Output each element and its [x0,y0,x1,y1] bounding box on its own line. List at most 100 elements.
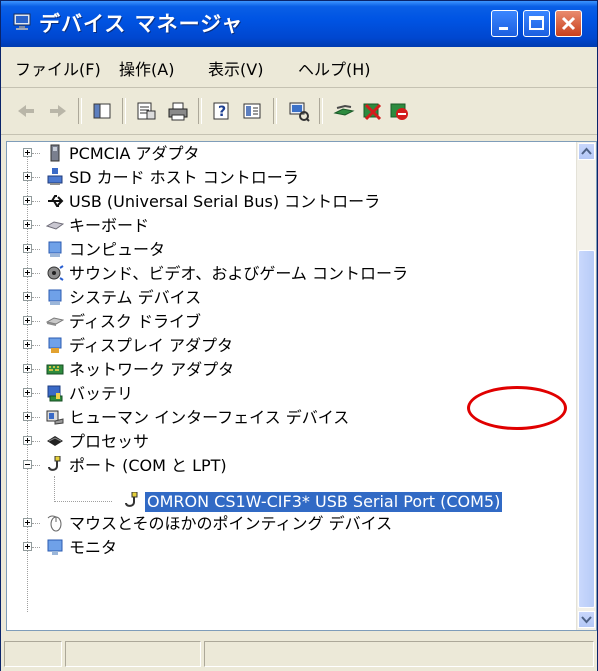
expand-toggle[interactable] [23,388,32,397]
tree-connector [32,177,40,178]
expand-toggle[interactable] [23,542,32,551]
update-driver-icon[interactable] [333,100,355,122]
tree-node-label[interactable]: マウスとそのほかのポインティング デバイス [69,514,392,534]
scroll-up-button[interactable] [578,143,595,160]
forward-arrow-icon[interactable] [47,100,69,122]
menu-help[interactable]: ヘルプ(H) [298,56,371,80]
processor-icon [47,436,63,446]
tree-node-label[interactable]: ディスク ドライブ [69,312,201,332]
chevron-up-icon [581,147,592,155]
vertical-scrollbar[interactable] [576,142,596,630]
tree-node-label[interactable]: バッテリ [69,384,133,404]
expand-toggle[interactable] [23,268,32,277]
tree-node-label[interactable]: サウンド、ビデオ、およびゲーム コントローラ [69,264,408,284]
collapse-toggle[interactable] [23,460,32,469]
menu-bar: ファイル(F) 操作(A) 表示(V) ヘルプ(H) [1,47,597,88]
minimize-button[interactable] [491,10,518,37]
device-tree: PCMCIA アダプタ SD カード ホスト コントローラ USB (Unive… [6,141,597,631]
disable-device-icon[interactable] [388,100,410,122]
tree-node: ポート (COM と LPT) [7,454,577,478]
show-hide-console-tree-icon[interactable] [91,100,113,122]
disk-drive-icon [46,317,64,326]
tree-node: PCMCIA アダプタ [7,142,577,166]
tree-node-label[interactable]: モニタ [69,538,117,558]
sd-host-icon [47,168,63,185]
tree-node-label[interactable]: USB (Universal Serial Bus) コントローラ [69,192,380,212]
tree-node-label[interactable]: ネットワーク アダプタ [69,360,234,380]
scroll-down-button[interactable] [578,611,595,628]
tree-node-label[interactable]: ヒューマン インターフェイス デバイス [69,408,349,428]
properties-icon[interactable] [135,100,157,122]
expand-toggle[interactable] [23,196,32,205]
expand-toggle[interactable] [23,220,32,229]
scroll-thumb[interactable] [578,250,595,608]
status-panel [4,641,62,667]
tree-connector [32,441,40,442]
title-bar[interactable]: デバイス マネージャ [1,1,597,47]
expand-toggle[interactable] [23,518,32,527]
expand-toggle[interactable] [23,364,32,373]
toolbar-separator [122,98,126,124]
status-bar [1,633,597,671]
scan-hardware-changes-icon[interactable] [288,100,310,122]
tree-node: コンピュータ [7,238,577,262]
tree-node-label[interactable]: PCMCIA アダプタ [69,144,200,164]
tree-connector [32,417,40,418]
maximize-icon [529,16,544,30]
network-adapter-icon [46,364,64,375]
tree-connector [32,321,40,322]
uninstall-icon[interactable] [361,100,383,122]
menu-view[interactable]: 表示(V) [208,56,263,80]
minimize-icon [499,27,508,30]
window-title: デバイス マネージャ [39,12,244,36]
tree-node-label[interactable]: キーボード [69,216,149,236]
port-icon [48,456,61,471]
system-device-icon [48,289,62,305]
status-panel [204,641,594,667]
status-panel [65,641,201,667]
tree-node-label[interactable]: ディスプレイ アダプタ [69,336,233,356]
mouse-icon [47,515,62,532]
expand-toggle[interactable] [23,436,32,445]
tree-node-label[interactable]: SD カード ホスト コントローラ [69,168,299,188]
maximize-button[interactable] [523,10,550,37]
pcmcia-icon [50,144,60,162]
tree-node-label[interactable]: システム デバイス [69,288,201,308]
export-list-icon[interactable] [241,100,263,122]
expand-toggle[interactable] [23,292,32,301]
print-icon[interactable] [167,100,189,122]
tree-node-selected: OMRON CS1W-CIF3* USB Serial Port (COM5) [7,490,577,514]
tree-connector [32,369,40,370]
tree-node: ディスク ドライブ [7,310,577,334]
close-button[interactable] [555,10,582,37]
tree-node: プロセッサ [7,430,577,454]
menu-file[interactable]: ファイル(F) [15,56,101,80]
chevron-down-icon [581,616,592,624]
tree-connector [32,547,40,548]
selected-device-label[interactable]: OMRON CS1W-CIF3* USB Serial Port (COM5) [145,492,503,512]
tree-node-label[interactable]: コンピュータ [69,240,165,260]
expand-toggle[interactable] [23,316,32,325]
toolbar-separator [78,98,82,124]
tree-node: マウスとそのほかのポインティング デバイス [7,512,577,536]
tree-node: SD カード ホスト コントローラ [7,166,577,190]
help-icon[interactable]: ? [211,100,233,122]
tree-node: USB (Universal Serial Bus) コントローラ [7,190,577,214]
tree-connector [32,297,40,298]
tree-node: システム デバイス [7,286,577,310]
tree-connector [32,201,40,202]
expand-toggle[interactable] [23,340,32,349]
device-manager-icon [13,13,31,30]
tree-node-label[interactable]: プロセッサ [69,432,149,452]
tree-connector [32,345,40,346]
tree-node-label[interactable]: ポート (COM と LPT) [69,456,227,476]
expand-toggle[interactable] [23,412,32,421]
computer-icon [48,241,62,257]
menu-action[interactable]: 操作(A) [119,56,174,80]
expand-toggle[interactable] [23,172,32,181]
tree-connector [32,273,40,274]
monitor-icon [47,539,63,555]
back-arrow-icon[interactable] [15,100,37,122]
expand-toggle[interactable] [23,244,32,253]
expand-toggle[interactable] [23,148,32,157]
